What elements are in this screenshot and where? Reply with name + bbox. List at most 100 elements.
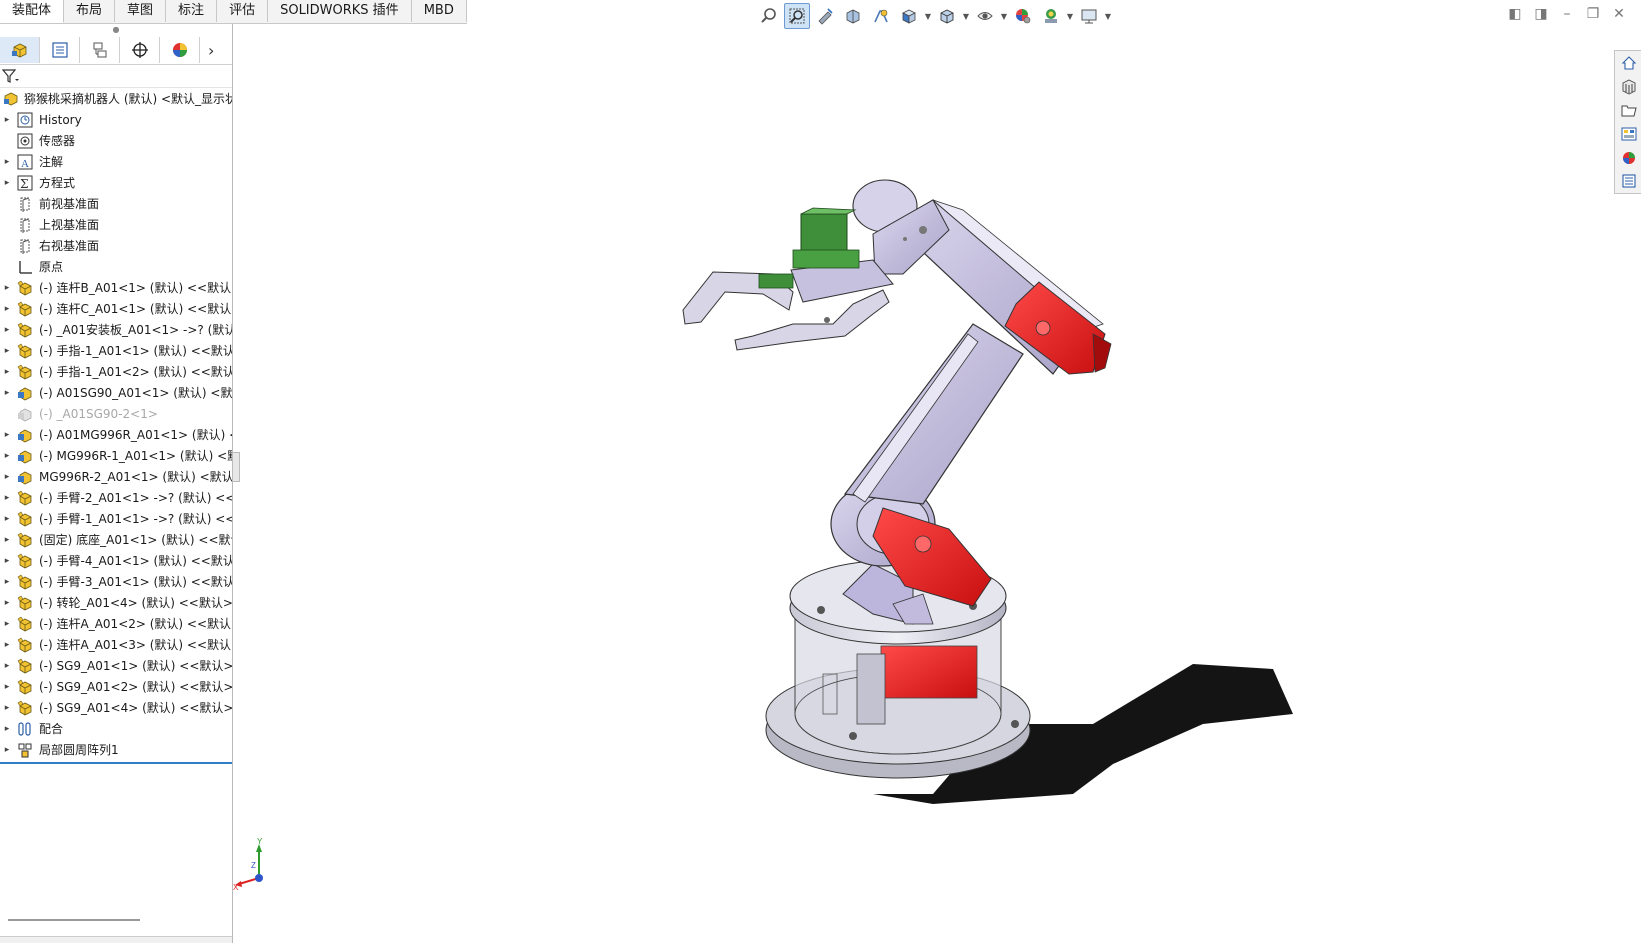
tree-item[interactable]: ▸ (-) 连杆B_A01<1> (默认) <<默认>_显示状态 1> [0, 277, 232, 298]
svg-text:Σ: Σ [20, 177, 28, 191]
expand-arrow-icon[interactable]: ▸ [0, 346, 14, 356]
apply-scene-dropdown-icon[interactable]: ▼ [1066, 12, 1074, 21]
expand-arrow-icon[interactable]: ▸ [0, 514, 14, 524]
minimize-icon[interactable]: – [1559, 6, 1575, 22]
tree-item[interactable]: ▸ (-) 手臂-2_A01<1> ->? (默认) <<默认>_显示状态 1> [0, 487, 232, 508]
tree-item[interactable]: ▸ (-) 连杆C_A01<1> (默认) <<默认>_显示状态 1> [0, 298, 232, 319]
tree-item[interactable]: ▸ (-) SG9_A01<4> (默认) <<默认>_显示状态 1> [0, 697, 232, 718]
tree-item[interactable]: 右视基准面 [0, 235, 232, 256]
view-settings-dropdown-icon[interactable]: ▼ [1104, 12, 1112, 21]
graphics-area[interactable] [233, 24, 1641, 943]
tree-item[interactable]: ▸ (-) 手指-1_A01<2> (默认) <<默认>_显示状态 1> [0, 361, 232, 382]
expand-arrow-icon[interactable]: ▸ [0, 430, 14, 440]
tree-item-label: (-) 手臂-4_A01<1> (默认) <<默认>_显示状态 1> [39, 554, 232, 568]
expand-arrow-icon[interactable]: ▸ [0, 493, 14, 503]
tab-mbd[interactable]: MBD [412, 0, 467, 22]
tree-item[interactable]: ▸ History [0, 109, 232, 130]
tree-item[interactable]: ▸ Σ 方程式 [0, 172, 232, 193]
tree-item-label: (-) 手指-1_A01<2> (默认) <<默认>_显示状态 1> [39, 365, 232, 379]
configurationmanager-tab[interactable] [80, 37, 120, 63]
display-style-dropdown-icon[interactable]: ▼ [962, 12, 970, 21]
expand-arrow-icon[interactable]: ▸ [0, 535, 14, 545]
expand-arrow-icon[interactable]: ▸ [0, 388, 14, 398]
tree-item-label: 上视基准面 [39, 218, 100, 232]
model-tabs-strip[interactable] [0, 936, 232, 943]
displaymanager-tab[interactable] [160, 37, 200, 63]
expand-arrow-icon[interactable]: ▸ [0, 472, 14, 482]
tree-item[interactable]: ▸ (-) 手臂-4_A01<1> (默认) <<默认>_显示状态 1> [0, 550, 232, 571]
svg-text:A: A [21, 158, 29, 170]
expand-arrow-icon[interactable]: ▸ [0, 367, 14, 377]
hide-show-dropdown-icon[interactable]: ▼ [1000, 12, 1008, 21]
tree-item-label: 配合 [39, 722, 64, 736]
expand-arrow-icon[interactable]: ▸ [0, 556, 14, 566]
expand-arrow-icon[interactable]: ▸ [0, 451, 14, 461]
tab-evaluate[interactable]: 评估 [217, 0, 269, 22]
expand-arrow-icon[interactable]: ▸ [0, 598, 14, 608]
reference-triad: Y X Z [233, 838, 263, 892]
tab-addins[interactable]: SOLIDWORKS 插件 [268, 0, 412, 22]
panel-right-icon[interactable]: ◨ [1533, 6, 1549, 22]
tree-item[interactable]: ▸ (-) MG996R-1_A01<1> (默认) <默认_显示状态-1> [0, 445, 232, 466]
tab-markup[interactable]: 标注 [166, 0, 218, 22]
tab-layout[interactable]: 布局 [64, 0, 116, 22]
expand-arrow-icon[interactable]: ▸ [0, 640, 14, 650]
tree-item[interactable]: 前视基准面 [0, 193, 232, 214]
tree-item[interactable]: ▸ (-) 连杆A_A01<2> (默认) <<默认>_显示状态 1> [0, 613, 232, 634]
expand-arrow-icon[interactable]: ▸ [0, 619, 14, 629]
tree-item[interactable]: ▸ (-) A01MG996R_A01<1> (默认) <默认_显示状态-1> [0, 424, 232, 445]
dimxpert-tab[interactable] [120, 37, 160, 63]
close-icon[interactable]: ✕ [1611, 6, 1627, 22]
part-icon [14, 321, 36, 339]
tree-item[interactable]: (-) _A01SG90-2<1> [0, 403, 232, 424]
tree-item[interactable]: 原点 [0, 256, 232, 277]
tab-sketch[interactable]: 草图 [115, 0, 167, 22]
part-icon [14, 678, 36, 696]
expand-arrow-icon[interactable]: ▸ [0, 304, 14, 314]
chevron-right-icon[interactable]: › [208, 41, 214, 60]
expand-arrow-icon[interactable]: ▸ [0, 157, 14, 167]
expand-arrow-icon[interactable]: ▸ [0, 703, 14, 713]
tab-assembly[interactable]: 装配体 [0, 0, 65, 23]
tree-item[interactable]: ▸ 局部圆周阵列1 [0, 739, 232, 760]
expand-arrow-icon[interactable]: ▸ [0, 724, 14, 734]
featuremanager-tab[interactable] [0, 37, 40, 63]
tree-item[interactable]: ▸ (-) A01SG90_A01<1> (默认) <默认_显示状态-1> [0, 382, 232, 403]
tree-item[interactable]: ▸ (-) 手指-1_A01<1> (默认) <<默认>_显示状态 1> [0, 340, 232, 361]
horizontal-scrollbar[interactable] [8, 919, 140, 921]
restore-icon[interactable]: ❐ [1585, 6, 1601, 22]
panel-left-icon[interactable]: ◧ [1507, 6, 1523, 22]
propertymanager-tab[interactable] [40, 37, 80, 63]
tree-item[interactable]: 上视基准面 [0, 214, 232, 235]
tree-item[interactable]: ▸ A 注解 [0, 151, 232, 172]
expand-arrow-icon[interactable]: ▸ [0, 682, 14, 692]
tree-item[interactable]: ▸ (-) SG9_A01<2> (默认) <<默认>_显示状态 1> [0, 676, 232, 697]
tree-item[interactable]: ▸ (-) 手臂-1_A01<1> ->? (默认) <<默认>_显示状态 1> [0, 508, 232, 529]
part-icon [14, 615, 36, 633]
tree-item-label: 原点 [39, 260, 64, 274]
tree-item[interactable]: ▸ 配合 [0, 718, 232, 739]
tree-item-label: (-) _A01SG90-2<1> [39, 406, 158, 421]
view-orientation-dropdown-icon[interactable]: ▼ [924, 12, 932, 21]
tree-item[interactable]: ▸ (-) 连杆A_A01<3> (默认) <<默认>_显示状态 1> [0, 634, 232, 655]
asm-icon [14, 384, 36, 402]
tree-item[interactable]: ▸ (-) SG9_A01<1> (默认) <<默认>_显示状态 1> [0, 655, 232, 676]
tree-item[interactable]: ▸ (-) 手臂-3_A01<1> (默认) <<默认>_显示状态 1> [0, 571, 232, 592]
tree-item[interactable]: 传感器 [0, 130, 232, 151]
expand-arrow-icon[interactable]: ▸ [0, 661, 14, 671]
tree-item[interactable]: ▸ (-) _A01安装板_A01<1> ->? (默认) <<默认>_显示状态 … [0, 319, 232, 340]
expand-arrow-icon[interactable]: ▸ [0, 325, 14, 335]
tree-item[interactable]: ▸ (固定) 底座_A01<1> (默认) <<默认>_显示状态 1> [0, 529, 232, 550]
tree-item[interactable]: ▸ MG996R-2_A01<1> (默认) <默认_显示状态-1> [0, 466, 232, 487]
rollback-bar[interactable] [0, 762, 232, 764]
tree-root-assembly[interactable]: 猕猴桃采摘机器人 (默认) <默认_显示状态-1> [0, 88, 232, 109]
expand-arrow-icon[interactable]: ▸ [0, 115, 14, 125]
tree-filter[interactable] [0, 65, 232, 88]
tree-item[interactable]: ▸ (-) 转轮_A01<4> (默认) <<默认>_显示状态 1> [0, 592, 232, 613]
expand-arrow-icon[interactable]: ▸ [0, 577, 14, 587]
expand-arrow-icon[interactable]: ▸ [0, 283, 14, 293]
annotation-icon: A [14, 153, 36, 171]
panel-grip-icon[interactable]: ● [0, 24, 232, 36]
expand-arrow-icon[interactable]: ▸ [0, 745, 14, 755]
expand-arrow-icon[interactable]: ▸ [0, 178, 14, 188]
